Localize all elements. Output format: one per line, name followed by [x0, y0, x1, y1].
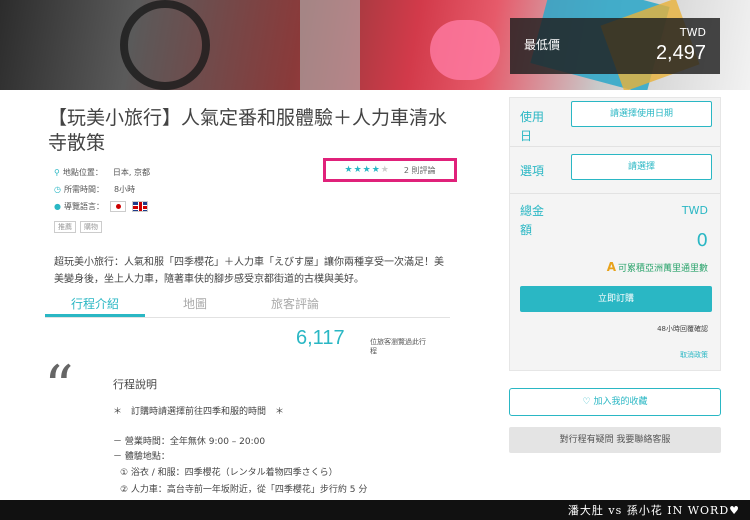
- hero-image-fragment: [120, 0, 210, 90]
- divider: [510, 193, 720, 194]
- add-favorite-button[interactable]: ♡ 加入我的收藏: [509, 388, 721, 416]
- uk-flag-icon: [131, 201, 148, 212]
- location-value: 日本, 京都: [112, 168, 150, 177]
- rating-box[interactable]: ★★★★★ 2 則評論: [323, 158, 457, 182]
- tab-map[interactable]: 地圖: [145, 294, 245, 317]
- heart-icon: ♡: [582, 397, 591, 407]
- speech-bubble-icon: ●: [54, 202, 61, 211]
- japan-flag-icon: [109, 201, 126, 212]
- add-favorite-label: 加入我的收藏: [593, 397, 648, 407]
- watermark: 潘大肚 vs 孫小花 IN WORD♥: [567, 504, 740, 517]
- clock-icon: ◷: [54, 185, 61, 194]
- select-date-button[interactable]: 請選擇使用日期: [571, 101, 712, 127]
- language-row: ● 導覽語言：: [54, 201, 148, 212]
- tag[interactable]: 推薦: [54, 221, 76, 233]
- star-icon: ★: [344, 165, 354, 175]
- total-currency: TWD: [681, 204, 708, 217]
- tag[interactable]: 購物: [80, 221, 102, 233]
- itinerary-line: － 體驗地點：: [113, 452, 170, 462]
- star-empty-icon: ★: [380, 165, 390, 175]
- product-description: 超玩美小旅行：人氣和服「四季櫻花」＋人力車「えびす屋」讓你兩種享受一次滿足！美美…: [54, 257, 444, 285]
- footer-bar: 潘大肚 vs 孫小花 IN WORD♥: [0, 500, 750, 520]
- tag-list: 推薦 購物: [54, 221, 102, 233]
- quote-icon: “: [44, 353, 74, 421]
- view-count-label: 位旅客瀏覽過此行程: [370, 338, 426, 355]
- select-option-button[interactable]: 請選擇: [571, 154, 712, 180]
- product-title: 【玩美小旅行】人氣定番和服體驗＋人力車清水寺散策: [48, 107, 448, 154]
- itinerary-line: － 營業時間：全年無休 9:00 – 20:00: [113, 437, 266, 447]
- option-label: 選項: [520, 164, 545, 178]
- lowest-price-box: 最低價 TWD 2,497: [510, 18, 720, 74]
- hero-image-fragment: [300, 0, 360, 90]
- cancel-policy-link[interactable]: 取消政策: [680, 350, 708, 360]
- duration-row: ◷ 所需時間： 8小時: [54, 184, 135, 195]
- location-label: 地點位置：: [62, 168, 103, 177]
- itinerary-line: ① 浴衣 / 和服：四季櫻花（レンタル着物四季さくら）: [120, 468, 338, 478]
- total-label: 總金額: [520, 204, 545, 237]
- asia-miles-logo-icon: A: [606, 260, 616, 274]
- language-label: 導覽語言：: [63, 202, 104, 211]
- lowest-price-value: 2,497: [655, 42, 706, 64]
- hero-image-fragment: [430, 20, 500, 80]
- review-count: 2 則評論: [403, 165, 436, 175]
- content-tabs: 行程介紹 地圖 旅客評論: [45, 294, 450, 318]
- miles-note: A 可累積亞洲萬里通里數: [607, 260, 708, 274]
- divider: [510, 146, 720, 147]
- star-icon: ★: [371, 165, 381, 175]
- itinerary-line: ＊ 訂購時請選擇前往四季和服的時間 ＊: [113, 407, 285, 417]
- star-icon: ★: [353, 165, 363, 175]
- view-count: 6,117: [296, 327, 345, 349]
- total-value: 0: [696, 230, 708, 251]
- itinerary-line: ② 人力車：高台寺前一年坂附近，從「四季櫻花」步行約 5 分: [120, 485, 368, 495]
- lowest-price-label: 最低價: [524, 38, 561, 52]
- book-now-button[interactable]: 立即訂購: [520, 286, 712, 312]
- duration-value: 8小時: [113, 185, 136, 194]
- contact-support-button[interactable]: 對行程有疑問 我要聯絡客服: [509, 427, 721, 453]
- lowest-price-currency: TWD: [679, 26, 706, 39]
- itinerary-section-title: 行程說明: [113, 378, 157, 391]
- confirm-note: 48小時回覆確認: [657, 325, 708, 333]
- booking-panel: 使用日 請選擇使用日期 選項 請選擇 總金額 TWD 0 A 可累積亞洲萬里通里…: [509, 97, 721, 371]
- rating-stars: ★★★★★: [344, 165, 389, 175]
- miles-text: 可累積亞洲萬里通里數: [617, 263, 708, 274]
- duration-label: 所需時間：: [63, 185, 104, 194]
- location-pin-icon: ⚲: [54, 168, 60, 177]
- date-label: 使用日: [520, 110, 545, 143]
- location-row: ⚲ 地點位置： 日本, 京都: [54, 167, 150, 178]
- star-icon: ★: [362, 165, 372, 175]
- tab-itinerary[interactable]: 行程介紹: [45, 294, 145, 317]
- tab-reviews[interactable]: 旅客評論: [245, 294, 345, 317]
